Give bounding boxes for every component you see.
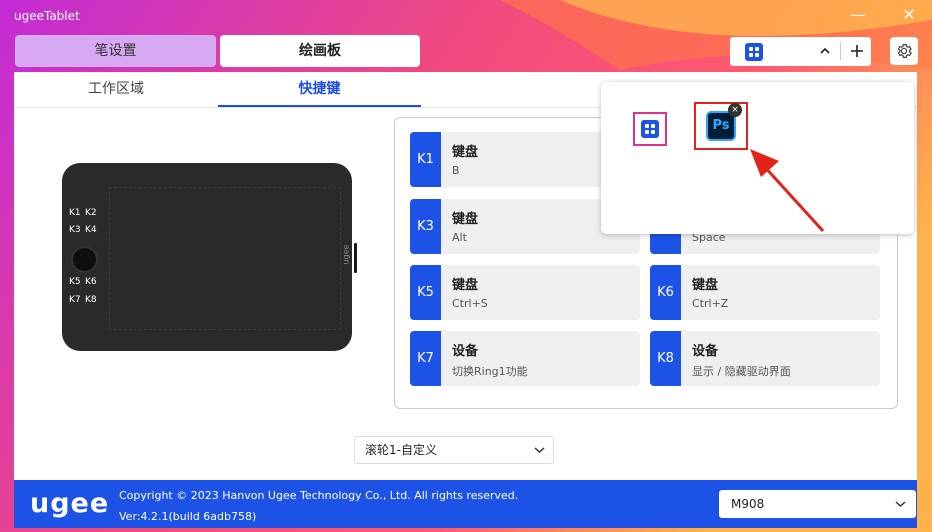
apps-grid-icon xyxy=(641,120,659,138)
tablet-side-button xyxy=(354,243,357,273)
tab-work-area[interactable]: 工作区域 xyxy=(14,72,218,107)
tablet-key-k5[interactable]: K5 xyxy=(69,277,81,287)
copyright-text: Copyright © 2023 Hanvon Ugee Technology … xyxy=(119,489,519,502)
wheel-select[interactable]: 滚轮1-自定义 xyxy=(354,436,554,464)
divider xyxy=(840,42,841,60)
tab-pen-settings[interactable]: 笔设置 xyxy=(15,35,216,67)
key-badge: K8 xyxy=(650,331,681,386)
key-value: Ctrl+Z xyxy=(692,297,729,310)
tablet-active-area xyxy=(109,187,341,330)
key-card-k5[interactable]: K5 键盘 Ctrl+S xyxy=(410,265,640,320)
wheel-select-value: 滚轮1-自定义 xyxy=(365,443,437,457)
settings-button[interactable] xyxy=(890,37,918,65)
tablet-key-k3[interactable]: K3 xyxy=(69,225,81,235)
version-text: Ver:4.2.1(build 6adb758) xyxy=(119,510,257,523)
key-badge: K1 xyxy=(410,132,441,187)
tablet-key-k6[interactable]: K6 xyxy=(85,277,97,287)
chevron-down-icon xyxy=(534,447,545,454)
footer: ugee Copyright © 2023 Hanvon Ugee Techno… xyxy=(14,480,917,528)
brand-logo: ugee xyxy=(30,488,110,519)
app-title: ugeeTablet xyxy=(14,9,80,23)
model-select-value: M908 xyxy=(731,497,765,511)
all-apps-item[interactable] xyxy=(633,112,667,146)
chevron-down-icon xyxy=(895,501,906,508)
key-type: 键盘 xyxy=(452,278,479,293)
minimize-button[interactable]: — xyxy=(847,5,869,25)
photoshop-item[interactable]: Ps × xyxy=(694,102,748,150)
app-selector[interactable] xyxy=(730,37,871,66)
key-value: Ctrl+S xyxy=(452,297,488,310)
key-badge: K7 xyxy=(410,331,441,386)
tablet-key-k2[interactable]: K2 xyxy=(85,208,97,218)
key-value: 切换Ring1功能 xyxy=(452,365,528,378)
annotation-arrow-icon xyxy=(750,149,825,233)
remove-app-icon[interactable]: × xyxy=(728,103,742,117)
model-select[interactable]: M908 xyxy=(719,490,916,518)
apps-grid-icon[interactable] xyxy=(745,43,763,61)
add-app-icon[interactable] xyxy=(850,44,864,58)
tablet-key-k1[interactable]: K1 xyxy=(69,208,81,218)
key-type: 设备 xyxy=(692,344,719,359)
tab-tablet[interactable]: 绘画板 xyxy=(220,35,420,67)
tab-shortcut-keys[interactable]: 快捷键 xyxy=(218,72,421,107)
key-value: 显示 / 隐藏驱动界面 xyxy=(692,365,791,378)
tablet-key-k7[interactable]: K7 xyxy=(69,295,81,305)
gear-icon xyxy=(897,44,912,58)
chevron-up-icon[interactable] xyxy=(819,45,831,57)
key-card-k8[interactable]: K8 设备 显示 / 隐藏驱动界面 xyxy=(650,331,880,386)
tablet-brand: ugee xyxy=(341,244,351,265)
tablet-key-k4[interactable]: K4 xyxy=(85,225,97,235)
key-card-k7[interactable]: K7 设备 切换Ring1功能 xyxy=(410,331,640,386)
key-badge: K3 xyxy=(410,199,441,254)
key-value: Alt xyxy=(452,231,467,244)
tablet-ring[interactable] xyxy=(71,246,98,273)
key-type: 键盘 xyxy=(452,145,479,160)
key-badge: K5 xyxy=(410,265,441,320)
key-badge: K6 xyxy=(650,265,681,320)
key-type: 键盘 xyxy=(452,212,479,227)
key-card-k6[interactable]: K6 键盘 Ctrl+Z xyxy=(650,265,880,320)
key-type: 键盘 xyxy=(692,278,719,293)
tablet-key-k8[interactable]: K8 xyxy=(85,295,97,305)
key-value: B xyxy=(452,164,460,177)
close-button[interactable]: ✕ xyxy=(898,5,920,25)
key-type: 设备 xyxy=(452,344,479,359)
